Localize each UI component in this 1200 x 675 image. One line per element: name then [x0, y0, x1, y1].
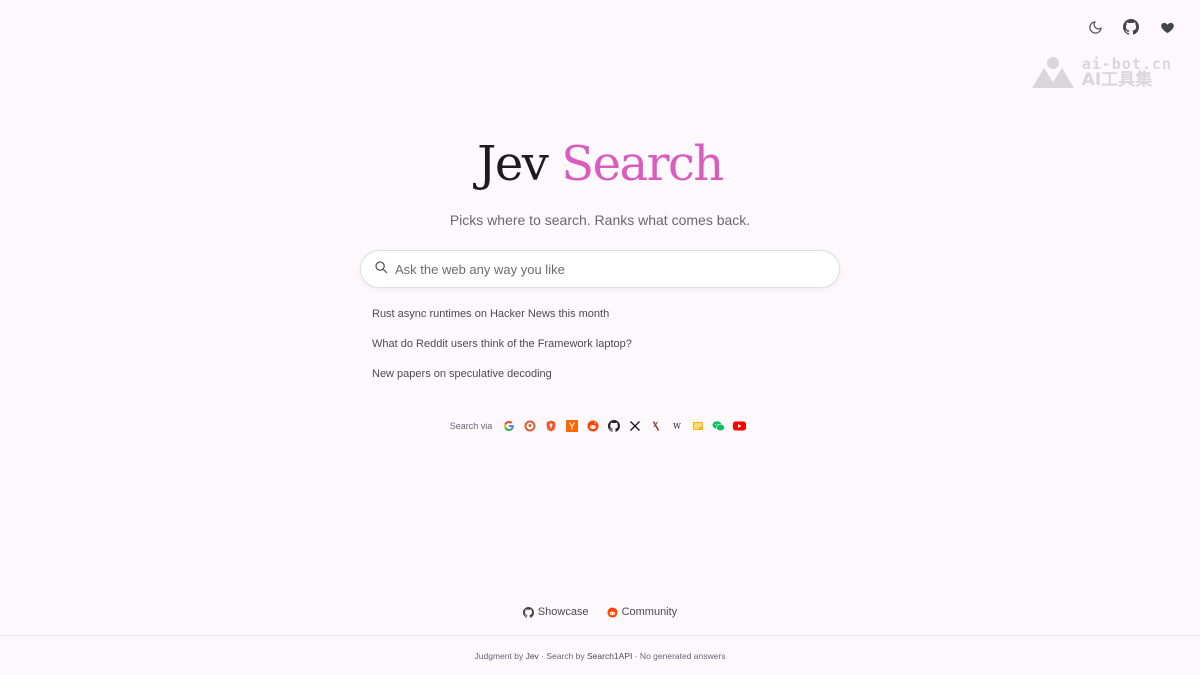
footer-note: Judgment by Jev · Search by Search1API ·… — [0, 651, 1200, 661]
suggestion-item[interactable]: New papers on speculative decoding — [372, 367, 632, 397]
github-source-icon[interactable] — [603, 418, 624, 434]
showcase-label: Showcase — [537, 606, 589, 618]
search-via-label: Search via — [449, 421, 493, 431]
svg-text:W: W — [673, 422, 681, 431]
stack-exchange-icon[interactable] — [687, 418, 708, 434]
search-sources: Search via W — [0, 418, 1200, 434]
moon-icon[interactable] — [1086, 18, 1104, 36]
suggestion-item[interactable]: What do Reddit users think of the Framew… — [372, 337, 632, 367]
footer-note-text: · Search by — [538, 651, 587, 661]
reddit-icon — [607, 606, 618, 618]
showcase-link[interactable]: Showcase — [522, 606, 589, 618]
top-toolbar — [1086, 18, 1176, 36]
x-icon[interactable] — [624, 418, 645, 434]
reddit-icon[interactable] — [582, 418, 603, 434]
tagline: Picks where to search. Ranks what comes … — [449, 212, 751, 228]
github-icon — [522, 606, 534, 618]
watermark: ai-bot.cn AI工具集 — [1030, 56, 1172, 90]
google-icon[interactable] — [498, 418, 519, 434]
wikipedia-icon[interactable]: W — [666, 418, 687, 434]
jev-link[interactable]: Jev — [526, 651, 539, 661]
watermark-brand: AI工具集 — [1081, 70, 1153, 90]
brave-icon[interactable] — [540, 418, 561, 434]
community-link[interactable]: Community — [607, 606, 678, 618]
hero: Jev Search Picks where to search. Ranks … — [0, 138, 1200, 228]
suggestion-item[interactable]: Rust async runtimes on Hacker News this … — [372, 307, 632, 337]
footer-note-text: · No generated answers — [632, 651, 726, 661]
wechat-icon[interactable] — [708, 418, 729, 434]
search-input[interactable] — [395, 261, 815, 277]
github-icon[interactable] — [1122, 18, 1140, 36]
youtube-icon[interactable] — [729, 418, 750, 434]
arxiv-icon[interactable] — [645, 418, 666, 434]
footer-note-text: Judgment by — [474, 651, 526, 661]
search1api-link[interactable]: Search1API — [587, 651, 632, 661]
heart-icon[interactable] — [1158, 18, 1176, 36]
page-title: Jev Search — [0, 138, 1200, 190]
community-label: Community — [621, 606, 678, 618]
title-search: Search — [561, 136, 724, 192]
search-icon — [374, 260, 388, 279]
hacker-news-icon[interactable] — [561, 418, 582, 434]
footer-links: Showcase Community — [0, 606, 1200, 618]
footer-divider — [0, 635, 1200, 636]
search-bar[interactable] — [360, 250, 840, 288]
watermark-logo-icon — [1031, 57, 1074, 88]
duckduckgo-icon[interactable] — [519, 418, 540, 434]
suggestion-list: Rust async runtimes on Hacker News this … — [372, 307, 632, 397]
title-jev: Jev — [477, 136, 549, 192]
